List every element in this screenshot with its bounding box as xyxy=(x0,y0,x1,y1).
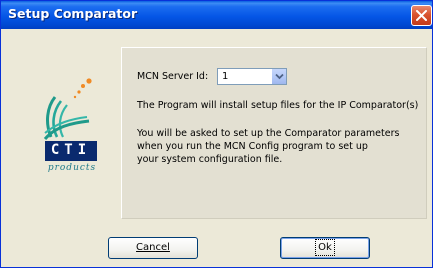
cancel-button-label: Cancel xyxy=(136,242,170,253)
info-line-2: when you run the MCN Config program to s… xyxy=(137,141,368,152)
setup-comparator-dialog: Setup Comparator CTI products MCN Server… xyxy=(0,0,433,268)
close-icon xyxy=(416,10,427,21)
logo-tagline-text: products xyxy=(47,163,97,173)
info-line-3: your system configuration file. xyxy=(137,154,283,165)
title-bar[interactable]: Setup Comparator xyxy=(1,1,432,29)
server-id-value: 1 xyxy=(222,71,229,82)
dropdown-button[interactable] xyxy=(271,69,286,84)
install-message: The Program will install setup files for… xyxy=(137,100,419,111)
server-id-label: MCN Server Id: xyxy=(137,71,209,82)
window-title: Setup Comparator xyxy=(8,6,138,21)
chevron-down-icon xyxy=(275,73,284,80)
logo-brand-text: CTI xyxy=(50,142,92,158)
cti-products-logo: CTI products xyxy=(37,75,103,185)
server-id-select[interactable]: 1 xyxy=(217,68,287,85)
close-button[interactable] xyxy=(411,5,432,26)
info-line-1: You will be asked to set up the Comparat… xyxy=(137,128,400,139)
ok-button[interactable]: Ok xyxy=(280,237,370,259)
cancel-button[interactable]: Cancel xyxy=(108,237,198,259)
ok-button-label: Ok xyxy=(315,239,335,256)
